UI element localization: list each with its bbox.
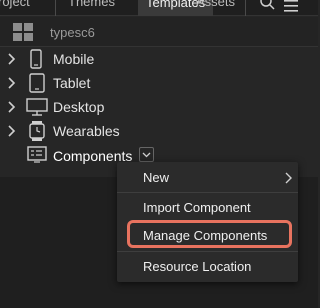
chevron-right-icon[interactable] — [8, 52, 16, 70]
menu-item-import-component[interactable]: Import Component — [117, 194, 298, 220]
menu-item-label: New — [143, 170, 170, 185]
menu-separator — [117, 251, 298, 252]
menu-icon[interactable] — [284, 0, 298, 17]
project-header: typesc6 — [0, 17, 318, 47]
tab-assets[interactable]: Assets — [196, 0, 235, 9]
chevron-right-icon[interactable] — [8, 100, 16, 118]
tab-separator — [55, 0, 56, 16]
context-menu: New Import Component Manage Components R… — [117, 162, 298, 282]
tree-item-wearables[interactable]: Wearables — [0, 119, 318, 143]
tree-item-label: Desktop — [53, 99, 105, 115]
chevron-right-icon[interactable] — [8, 124, 16, 142]
grid-icon[interactable] — [13, 23, 33, 46]
tree-item-label: Mobile — [53, 51, 95, 67]
component-icon — [27, 146, 47, 169]
menu-item-label: Import Component — [143, 200, 251, 215]
tab-separator — [245, 0, 246, 16]
templates-tree: Mobile Tablet Desktop Wearables Componen… — [0, 47, 318, 177]
menu-item-label: Resource Location — [143, 259, 252, 274]
menu-separator — [117, 192, 298, 193]
highlight-outline — [127, 220, 292, 248]
tab-project[interactable]: roject — [0, 0, 30, 9]
tree-item-label: Wearables — [53, 123, 120, 139]
search-icon[interactable] — [260, 0, 276, 17]
menu-item-new[interactable]: New — [117, 164, 298, 190]
chevron-right-icon[interactable] — [8, 76, 16, 94]
tree-item-mobile[interactable]: Mobile — [0, 47, 318, 71]
menu-item-resource-location[interactable]: Resource Location — [117, 253, 298, 279]
tree-item-desktop[interactable]: Desktop — [0, 95, 318, 119]
top-tab-bar: roject Themes Templates Assets — [0, 0, 318, 16]
tab-themes[interactable]: Themes — [68, 0, 115, 9]
project-name: typesc6 — [50, 25, 95, 40]
tree-item-label: Tablet — [53, 75, 91, 91]
chevron-right-icon — [285, 172, 292, 184]
dropdown-button[interactable] — [139, 147, 154, 162]
tree-item-tablet[interactable]: Tablet — [0, 71, 318, 95]
watch-icon — [28, 121, 46, 146]
